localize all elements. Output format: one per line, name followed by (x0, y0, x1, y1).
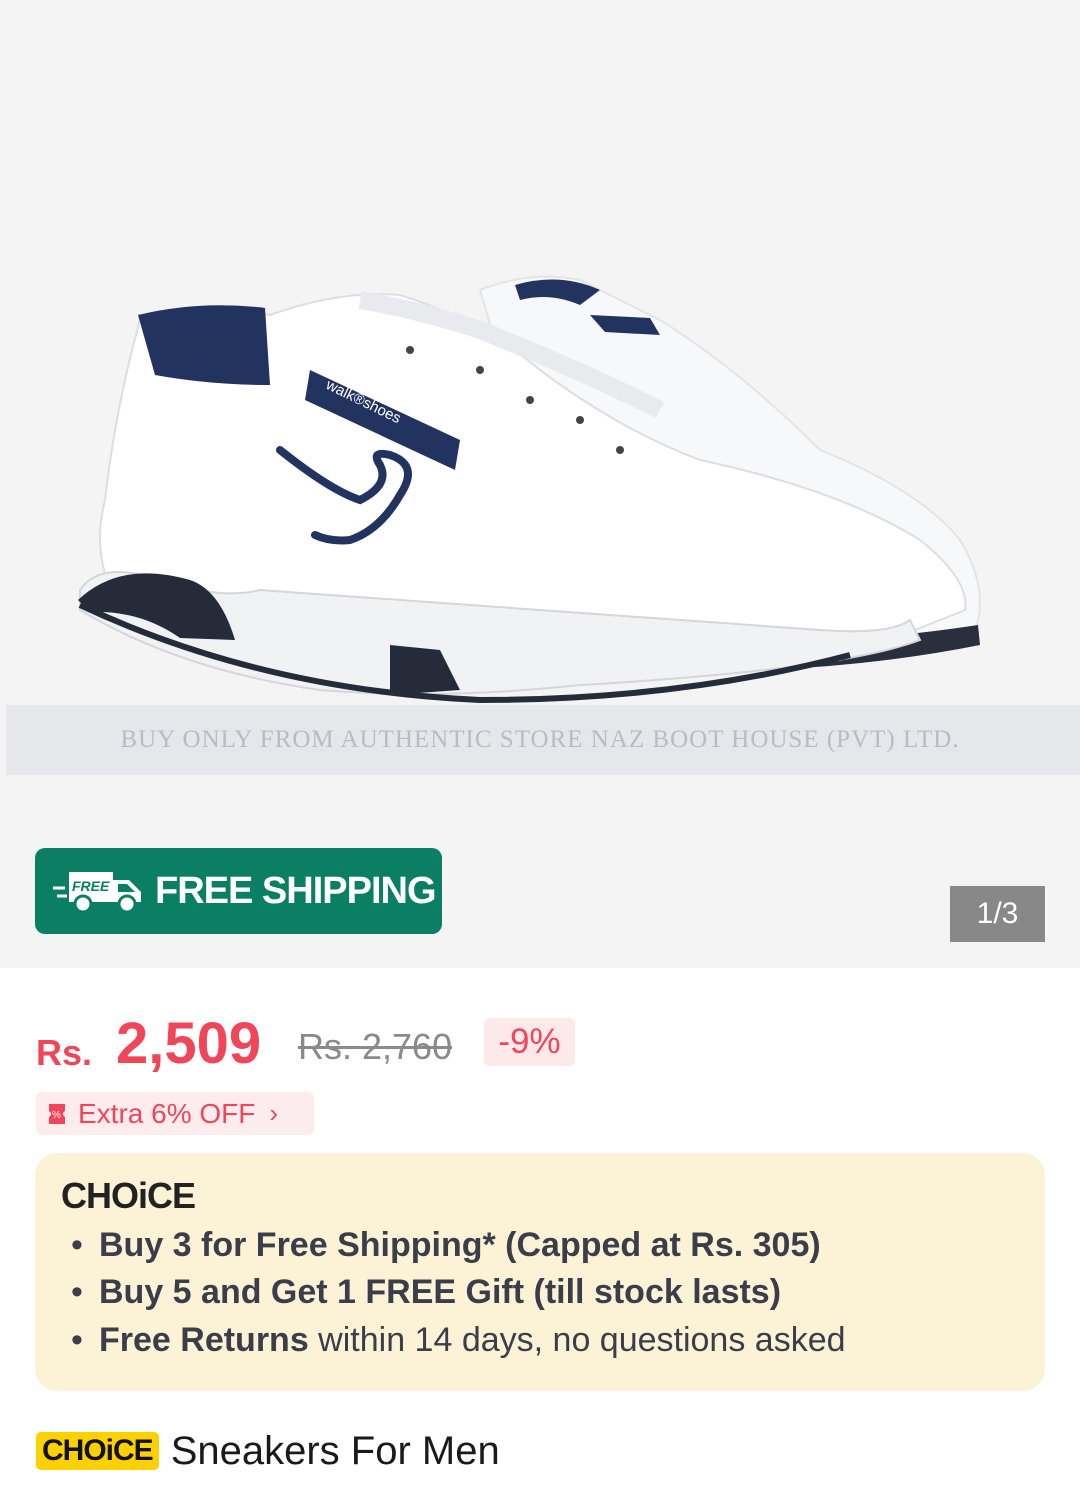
voucher-label: Extra 6% OFF (78, 1097, 256, 1129)
watermark-text: BUY ONLY FROM AUTHENTIC STORE NAZ BOOT H… (120, 726, 960, 753)
price-row: Rs. 2,509 Rs. 2,760 -9% (36, 1010, 1046, 1080)
benefit-item: • Buy 3 for Free Shipping* (Capped at Rs.… (71, 1226, 821, 1265)
benefit-item: • Buy 5 and Get 1 FREE Gift (till stock l… (71, 1273, 781, 1312)
svg-text:%: % (52, 1110, 61, 1121)
current-price: 2,509 (116, 1011, 262, 1076)
chevron-right-icon: › (269, 1098, 279, 1128)
product-image: walk®shoes (78, 275, 981, 704)
voucher-icon: % (49, 1103, 65, 1124)
image-pager-indicator: 1/3 (950, 886, 1045, 942)
free-shipping-label: FREE SHIPPING (155, 869, 436, 912)
choice-logo: CHOiCE (61, 1175, 196, 1217)
product-title-row: CHOiCE Sneakers For Men (36, 1426, 500, 1476)
benefit-item: • Free Returns within 14 days, no questio… (71, 1321, 846, 1360)
choice-benefits-panel: CHOiCE • Buy 3 for Free Shipping* (Capped… (35, 1153, 1045, 1391)
truck-icon: FREE (53, 872, 141, 914)
choice-badge: CHOiCE (36, 1432, 159, 1470)
svg-text:FREE: FREE (72, 878, 110, 894)
discount-badge: -9% (484, 1018, 575, 1066)
original-price: Rs. 2,760 (298, 1026, 453, 1067)
extra-discount-voucher[interactable]: % Extra 6% OFF › (36, 1092, 314, 1135)
free-shipping-badge: FREE FREE SHIPPING (35, 848, 442, 934)
bullet-icon: • (71, 1321, 83, 1359)
benefit-bold-text: Buy 5 and Get 1 FREE Gift (till stock la… (99, 1273, 782, 1311)
bullet-icon: • (71, 1273, 83, 1311)
choice-logo-text: CHOiCE (61, 1175, 196, 1216)
benefit-bold-text: Buy 3 for Free Shipping* (Capped at Rs. … (99, 1226, 821, 1264)
benefit-text: within 14 days, no questions asked (308, 1321, 846, 1359)
product-title: Sneakers For Men (170, 1428, 500, 1473)
currency-label: Rs. (36, 1032, 93, 1073)
bullet-icon: • (71, 1226, 83, 1264)
product-image-gallery[interactable]: walk®shoes BUY ONLY FROM AUTHENTIC STORE… (0, 0, 1080, 968)
benefit-bold-text: Free Returns (99, 1321, 309, 1359)
